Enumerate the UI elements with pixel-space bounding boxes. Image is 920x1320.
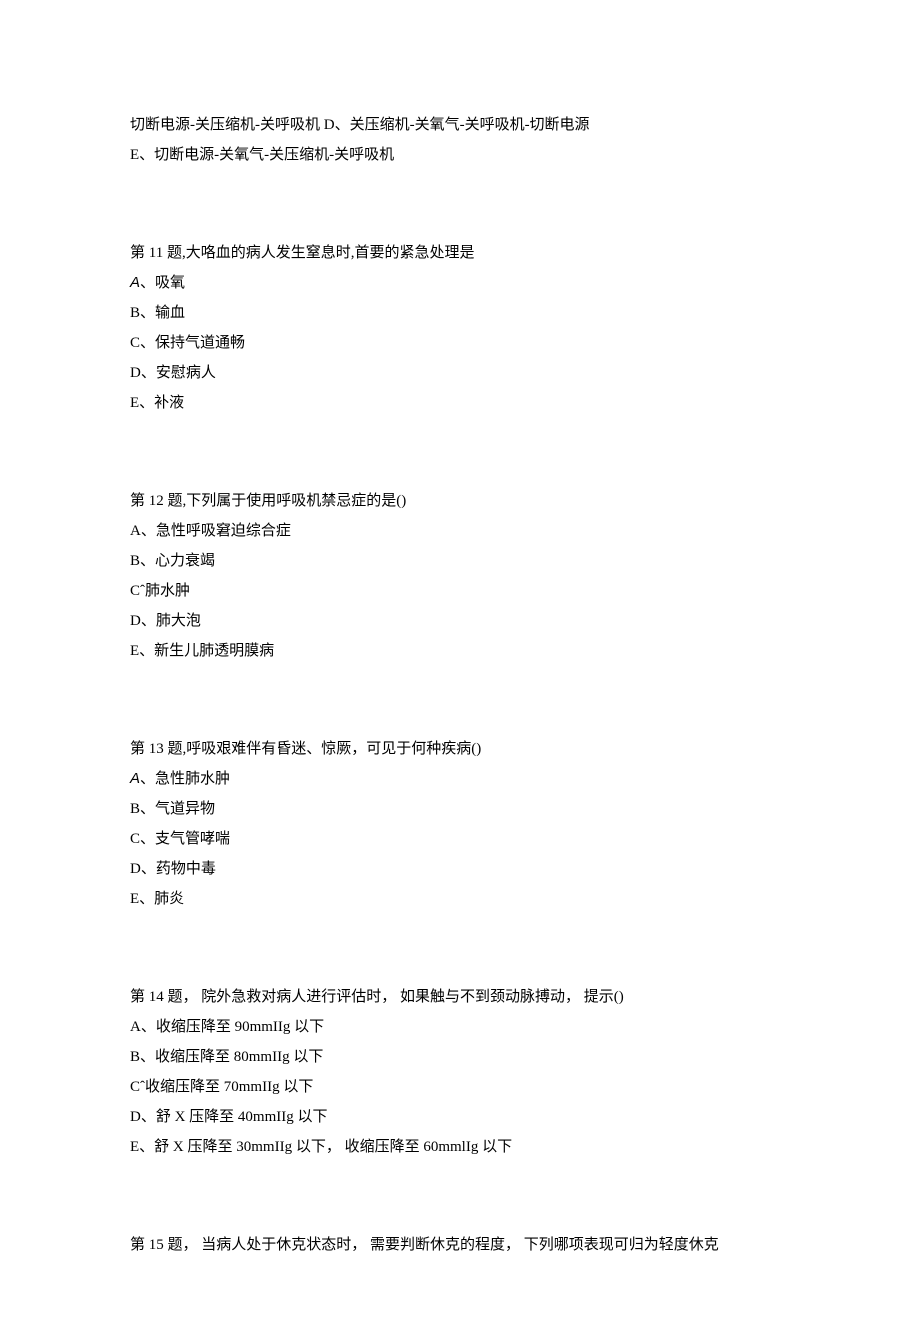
q11-option-e: E、补液 — [130, 388, 790, 418]
q13-a-text: 、急性肺水肿 — [140, 771, 230, 787]
q12-option-a: A、急性呼吸窘迫综合症 — [130, 516, 790, 546]
q12-option-c: Cˆ肺水肿 — [130, 576, 790, 606]
q12-option-b: B、心力衰竭 — [130, 546, 790, 576]
q12-option-e: E、新生儿肺透明膜病 — [130, 636, 790, 666]
q14-option-a: A、收缩压降至 90mmIIg 以下 — [130, 1012, 790, 1042]
q12-head: 第 12 题,下列属于使用呼吸机禁忌症的是() — [130, 486, 790, 516]
q14-option-e: E、舒 X 压降至 30mmIIg 以下， 收缩压降至 60mmlIg 以下 — [130, 1132, 790, 1162]
q13-option-e: E、肺炎 — [130, 884, 790, 914]
prelude-line-2: E、切断电源-关氧气-关压缩机-关呼吸机 — [130, 140, 790, 170]
q15-head: 第 15 题， 当病人处于休克状态时， 需要判断休克的程度， 下列哪项表现可归为… — [130, 1230, 790, 1260]
prelude-line-1: 切断电源-关压缩机-关呼吸机 D、关压缩机-关氧气-关呼吸机-切断电源 — [130, 110, 790, 140]
q11-option-c: C、保持气道通畅 — [130, 328, 790, 358]
q11-head: 第 11 题,大咯血的病人发生窒息时,首要的紧急处理是 — [130, 238, 790, 268]
q11-a-text: 、吸氧 — [140, 275, 185, 291]
q13-option-c: C、支气管哮喘 — [130, 824, 790, 854]
q11-option-b: B、输血 — [130, 298, 790, 328]
q12-option-d: D、肺大泡 — [130, 606, 790, 636]
q13-head: 第 13 题,呼吸艰难伴有昏迷、惊厥，可见于何种疾病() — [130, 734, 790, 764]
q11-option-a: A、吸氧 — [130, 268, 790, 298]
q14-option-b: B、收缩压降至 80mmIIg 以下 — [130, 1042, 790, 1072]
q14-option-d: D、舒 X 压降至 40mmIIg 以下 — [130, 1102, 790, 1132]
q11-option-d: D、安慰病人 — [130, 358, 790, 388]
q14-head: 第 14 题， 院外急救对病人进行评估时， 如果触与不到颈动脉搏动， 提示() — [130, 982, 790, 1012]
q13-option-b: B、气道异物 — [130, 794, 790, 824]
q14-option-c: Cˆ收缩压降至 70mmIIg 以下 — [130, 1072, 790, 1102]
q13-option-d: D、药物中毒 — [130, 854, 790, 884]
q11-a-letter: A — [130, 274, 140, 291]
q13-option-a: A、急性肺水肿 — [130, 764, 790, 794]
q13-a-letter: A — [130, 770, 140, 787]
